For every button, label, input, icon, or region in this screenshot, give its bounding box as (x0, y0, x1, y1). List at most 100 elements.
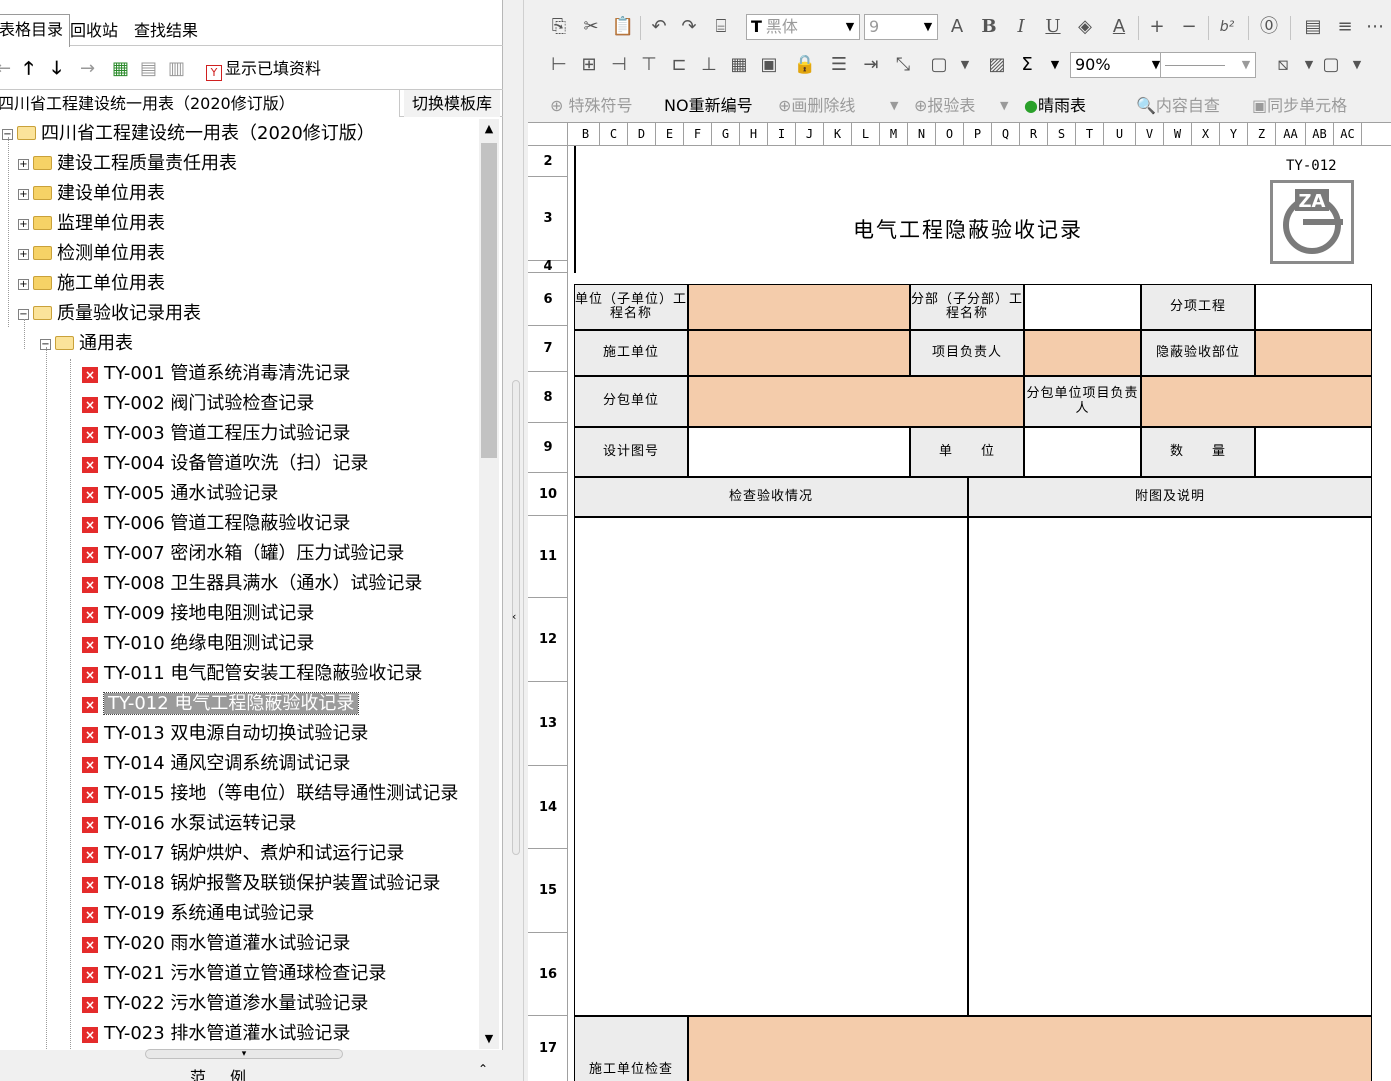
tab-recycle-bin[interactable]: 回收站 (64, 16, 124, 46)
tree-group[interactable]: + 施工单位用表 (18, 269, 165, 299)
corner-cell[interactable] (528, 123, 568, 146)
tree-item[interactable]: × TY-009 接地电阻测试记录 (82, 599, 314, 629)
row-header-cell[interactable]: 16 (528, 933, 568, 1016)
special-symbol-button[interactable]: ⊕ 特殊符号 (550, 95, 633, 117)
row-header-cell[interactable]: 13 (528, 682, 568, 766)
expand-icon[interactable]: + (18, 219, 29, 230)
column-header-cell[interactable]: E (656, 123, 684, 146)
insert-row-icon[interactable]: ⊤ (636, 54, 662, 76)
legend-expand-icon[interactable]: ⌃ (478, 1062, 488, 1076)
tree-item[interactable]: × TY-008 卫生器具满水（通水）试验记录 (82, 569, 422, 599)
column-header-cell[interactable]: Q (992, 123, 1020, 146)
arrow-right-icon[interactable]: → (80, 58, 95, 80)
sub-leader-input[interactable] (1141, 376, 1372, 427)
row-header-cell[interactable]: 6 (528, 273, 568, 326)
column-header-cell[interactable]: J (796, 123, 824, 146)
tree-item[interactable]: × TY-014 通风空调系统调试记录 (82, 749, 350, 779)
project-leader-input[interactable] (1024, 330, 1141, 376)
hidden-part-input[interactable] (1255, 330, 1372, 376)
scroll-thumb[interactable] (481, 143, 497, 458)
unit-input[interactable] (1024, 427, 1141, 477)
scroll-up-icon[interactable]: ▲ (479, 119, 499, 139)
panel-grip[interactable]: ▾ (145, 1049, 343, 1059)
tree-item[interactable]: × TY-023 排水管道灌水试验记录 (82, 1019, 350, 1049)
expand-icon[interactable]: + (18, 189, 29, 200)
tree-item[interactable]: × TY-011 电气配管安装工程隐蔽验收记录 (82, 659, 422, 689)
tree-group[interactable]: + 监理单位用表 (18, 209, 165, 239)
delete-col-icon[interactable]: ⊏ (666, 54, 692, 76)
font-name-select[interactable]: T 黑体 ▼ (746, 14, 860, 40)
column-header-cell[interactable]: V (1136, 123, 1164, 146)
tree-root[interactable]: − 四川省工程建设统一用表（2020修订版） (2, 119, 375, 149)
split-icon[interactable]: ⊞ (576, 54, 602, 76)
attachment-area[interactable] (968, 517, 1372, 1016)
border-style-icon[interactable]: ▢ (1318, 54, 1344, 76)
expand-icon[interactable]: + (18, 279, 29, 290)
superscript-icon[interactable]: b² (1214, 16, 1240, 38)
tree-item[interactable]: × TY-006 管道工程隐蔽验收记录 (82, 509, 350, 539)
column-header-cell[interactable]: AC (1334, 123, 1362, 146)
sub-part-input[interactable] (1024, 284, 1141, 330)
zoom-select[interactable]: 90% ▼ (1070, 52, 1166, 78)
tree-item[interactable]: × TY-012 电气工程隐蔽验收记录 (82, 689, 360, 719)
column-header-cell[interactable]: N (908, 123, 936, 146)
column-header-cell[interactable]: C (600, 123, 628, 146)
row-header-cell[interactable]: 4 (528, 259, 568, 274)
column-header-cell[interactable]: O (936, 123, 964, 146)
tree-item[interactable]: × TY-010 绝缘电阻测试记录 (82, 629, 314, 659)
column-header-cell[interactable]: AA (1276, 123, 1306, 146)
tree-item[interactable]: × TY-002 阀门试验检查记录 (82, 389, 314, 419)
row-header-cell[interactable]: 8 (528, 372, 568, 423)
column-header-cell[interactable]: Y (1220, 123, 1248, 146)
line-spacing-icon[interactable]: ☰ (826, 54, 852, 76)
tab-catalog[interactable]: 表格目录 (0, 14, 71, 47)
design-no-input[interactable] (688, 427, 910, 477)
column-header-cell[interactable]: D (628, 123, 656, 146)
row-header-cell[interactable]: 7 (528, 326, 568, 372)
plus-icon[interactable]: + (1144, 16, 1170, 38)
column-header-cell[interactable]: Z (1248, 123, 1276, 146)
quantity-input[interactable] (1255, 427, 1372, 477)
table-fill-icon[interactable]: ▣ (756, 54, 782, 76)
arrow-up-icon[interactable]: 🡑 (24, 58, 33, 80)
column-header-cell[interactable]: U (1104, 123, 1136, 146)
row-header-cell[interactable]: 9 (528, 423, 568, 473)
line-style-select[interactable]: ▼ (1160, 52, 1256, 78)
tree-item[interactable]: × TY-019 系统通电试验记录 (82, 899, 314, 929)
column-header-cell[interactable]: R (1020, 123, 1048, 146)
column-header-cell[interactable]: AB (1306, 123, 1334, 146)
column-header-cell[interactable]: S (1048, 123, 1076, 146)
arrow-left-icon[interactable]: ← (0, 58, 11, 80)
column-header-cell[interactable]: L (852, 123, 880, 146)
chevron-down-icon[interactable]: ▼ (1344, 54, 1370, 76)
indent-icon[interactable]: ⇥ (858, 54, 884, 76)
sum-icon[interactable]: Σ (1014, 54, 1040, 76)
tree-item[interactable]: × TY-020 雨水管道灌水试验记录 (82, 929, 350, 959)
fill-color-icon[interactable]: ◈ (1072, 16, 1098, 38)
fraction-icon[interactable]: ⓪ (1256, 16, 1282, 38)
italic-icon[interactable]: I (1008, 16, 1034, 38)
border-icon[interactable]: ▢ (926, 54, 952, 76)
row-header-cell[interactable]: 14 (528, 766, 568, 849)
row-header-cell[interactable]: 2 (528, 146, 568, 177)
diagonal-icon[interactable]: ⧅ (1270, 54, 1296, 76)
column-header-cell[interactable]: F (684, 123, 712, 146)
content-check-button[interactable]: 🔍内容自查 (1136, 95, 1220, 117)
cut-icon[interactable]: ✂ (578, 16, 604, 38)
tree-item[interactable]: × TY-016 水泵试运转记录 (82, 809, 296, 839)
row-header-cell[interactable]: 15 (528, 849, 568, 933)
weather-button[interactable]: ●晴雨表 (1024, 95, 1086, 117)
report-table-button[interactable]: ⊕报验表 (914, 95, 975, 117)
minus-icon[interactable]: − (1176, 16, 1202, 38)
table-icon[interactable]: ▥ (168, 58, 185, 80)
tree-item[interactable]: × TY-013 双电源自动切换试验记录 (82, 719, 368, 749)
tree-item[interactable]: × TY-004 设备管道吹洗（扫）记录 (82, 449, 368, 479)
subcontractor-input[interactable] (688, 376, 1024, 427)
undo-icon[interactable]: ↶ (646, 16, 672, 38)
chevron-down-icon[interactable]: ▼ (952, 54, 978, 76)
font-color-icon[interactable]: A (1106, 16, 1132, 38)
tree-item[interactable]: × TY-005 通水试验记录 (82, 479, 278, 509)
chevron-down-icon[interactable]: ▼ (1000, 95, 1008, 117)
tree-item[interactable]: × TY-001 管道系统消毒清洗记录 (82, 359, 350, 389)
column-header-cell[interactable]: M (880, 123, 908, 146)
